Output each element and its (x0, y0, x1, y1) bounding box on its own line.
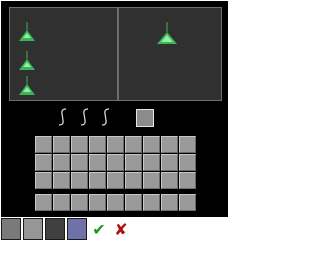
curve-tool-2-icon[interactable] (80, 108, 90, 126)
inventory-slot[interactable] (71, 136, 88, 153)
tree-variant-2-icon[interactable] (18, 51, 36, 71)
cross-icon: ✘ (114, 219, 128, 239)
inventory-slot[interactable] (179, 172, 196, 189)
inventory-slot[interactable] (53, 136, 70, 153)
inventory-slot[interactable] (107, 154, 124, 171)
inventory-slot[interactable] (35, 172, 52, 189)
hotbar-slot[interactable] (143, 194, 160, 211)
hotbar-slot[interactable] (35, 194, 52, 211)
confirm-button[interactable]: ✔ (88, 218, 110, 240)
inventory-slot[interactable] (125, 154, 142, 171)
inventory-slot[interactable] (125, 172, 142, 189)
tree-preview-icon (156, 22, 178, 46)
curve-tool-3-icon[interactable] (101, 108, 111, 126)
color-swatch-2[interactable] (23, 218, 43, 240)
hotbar-slot[interactable] (125, 194, 142, 211)
editor-window (1, 1, 228, 217)
checkmark-icon: ✔ (92, 219, 106, 239)
inventory-slot[interactable] (161, 136, 178, 153)
inventory-slot[interactable] (143, 172, 160, 189)
hotbar-slot[interactable] (179, 194, 196, 211)
inventory-slot[interactable] (35, 136, 52, 153)
inventory-slot[interactable] (71, 172, 88, 189)
color-swatch-1[interactable] (1, 218, 21, 240)
hotbar-slot[interactable] (53, 194, 70, 211)
inventory-slot[interactable] (53, 154, 70, 171)
tree-variant-3-icon[interactable] (18, 76, 36, 96)
preview-divider (117, 8, 119, 100)
inventory-slot[interactable] (107, 136, 124, 153)
hotbar-slot[interactable] (161, 194, 178, 211)
color-swatch-3[interactable] (45, 218, 65, 240)
inventory-slot[interactable] (89, 172, 106, 189)
inventory-slot[interactable] (179, 136, 196, 153)
hotbar-slot[interactable] (71, 194, 88, 211)
inventory-slot[interactable] (179, 154, 196, 171)
inventory-slot[interactable] (35, 154, 52, 171)
inventory-slot[interactable] (143, 154, 160, 171)
color-swatch-4[interactable] (67, 218, 87, 240)
inventory-slot[interactable] (71, 154, 88, 171)
preview-panel (9, 7, 222, 101)
inventory-slot[interactable] (143, 136, 160, 153)
result-slot[interactable] (136, 109, 154, 127)
inventory-slot[interactable] (161, 172, 178, 189)
cancel-button[interactable]: ✘ (110, 218, 132, 240)
hotbar-slot[interactable] (89, 194, 106, 211)
inventory-slot[interactable] (53, 172, 70, 189)
inventory-slot[interactable] (125, 136, 142, 153)
inventory-slot[interactable] (89, 136, 106, 153)
curve-tool-1-icon[interactable] (58, 108, 68, 126)
tree-variant-1-icon[interactable] (18, 22, 36, 42)
inventory-slot[interactable] (107, 172, 124, 189)
hotbar-slot[interactable] (107, 194, 124, 211)
inventory-slot[interactable] (161, 154, 178, 171)
inventory-slot[interactable] (89, 154, 106, 171)
